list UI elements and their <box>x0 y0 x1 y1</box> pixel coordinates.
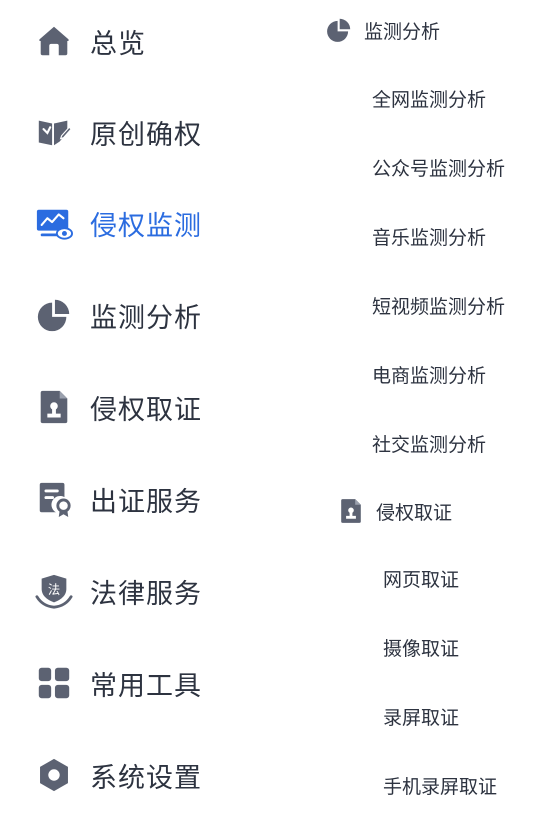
book-pen-icon <box>34 112 74 152</box>
submenu-item-mobile-screen-record-evidence[interactable]: 手机录屏取证 <box>383 774 497 800</box>
submenu-item-webpage-evidence[interactable]: 网页取证 <box>383 567 459 593</box>
nav-item-label: 原创确权 <box>90 119 202 151</box>
nav-item-label: 常用工具 <box>90 670 202 702</box>
home-icon <box>34 21 74 61</box>
nav-item-original-rights[interactable]: 原创确权 <box>34 107 202 157</box>
nav-item-label: 监测分析 <box>90 302 202 334</box>
grid-tools-icon <box>34 663 74 703</box>
nav-item-evidence-collection[interactable]: 侵权取证 <box>34 382 202 432</box>
submenu-group-evidence[interactable]: 侵权取证 <box>336 496 452 526</box>
submenu-item-all-network-analysis[interactable]: 全网监测分析 <box>372 87 486 113</box>
document-person-icon <box>336 496 366 526</box>
nav-item-overview[interactable]: 总览 <box>34 16 146 66</box>
nav-item-certificate-service[interactable]: 出证服务 <box>34 474 202 524</box>
document-person-icon <box>34 387 74 427</box>
nav-item-label: 侵权取证 <box>90 394 202 426</box>
nav-item-legal-service[interactable]: 法 法律服务 <box>34 566 202 616</box>
submenu-item-music-analysis[interactable]: 音乐监测分析 <box>372 225 486 251</box>
submenu-item-camera-evidence[interactable]: 摄像取证 <box>383 636 459 662</box>
sub-menu-panel: 监测分析 全网监测分析 公众号监测分析 音乐监测分析 短视频监测分析 电商监测分… <box>300 0 549 819</box>
monitor-eye-icon <box>34 203 74 243</box>
gear-icon <box>34 755 74 795</box>
submenu-item-short-video-analysis[interactable]: 短视频监测分析 <box>372 294 505 320</box>
submenu-item-ecommerce-analysis[interactable]: 电商监测分析 <box>372 363 486 389</box>
submenu-item-social-analysis[interactable]: 社交监测分析 <box>372 432 486 458</box>
nav-item-label: 系统设置 <box>90 762 202 794</box>
submenu-item-screen-record-evidence[interactable]: 录屏取证 <box>383 705 459 731</box>
nav-item-label: 法律服务 <box>90 578 202 610</box>
main-sidebar-nav: 总览 原创确权 侵权监测 监测分析 侵权取证 出证服务 法 法律服务 常用工具 … <box>0 0 300 819</box>
submenu-group-title: 侵权取证 <box>376 501 453 524</box>
submenu-item-wechat-analysis[interactable]: 公众号监测分析 <box>372 156 505 182</box>
submenu-group-monitor-analysis[interactable]: 监测分析 <box>324 15 440 45</box>
law-shield-icon: 法 <box>34 571 74 611</box>
pie-chart-icon <box>34 295 74 335</box>
nav-item-system-settings[interactable]: 系统设置 <box>34 750 202 800</box>
nav-item-label: 出证服务 <box>90 486 202 518</box>
pie-chart-icon <box>324 15 354 45</box>
certificate-icon <box>34 479 74 519</box>
nav-item-label: 侵权监测 <box>90 210 202 242</box>
submenu-group-title: 监测分析 <box>364 20 441 43</box>
nav-item-monitor-analysis[interactable]: 监测分析 <box>34 290 202 340</box>
nav-item-common-tools[interactable]: 常用工具 <box>34 658 202 708</box>
nav-item-infringement-monitor[interactable]: 侵权监测 <box>34 198 202 248</box>
nav-item-label: 总览 <box>90 28 146 60</box>
svg-text:法: 法 <box>48 583 60 597</box>
